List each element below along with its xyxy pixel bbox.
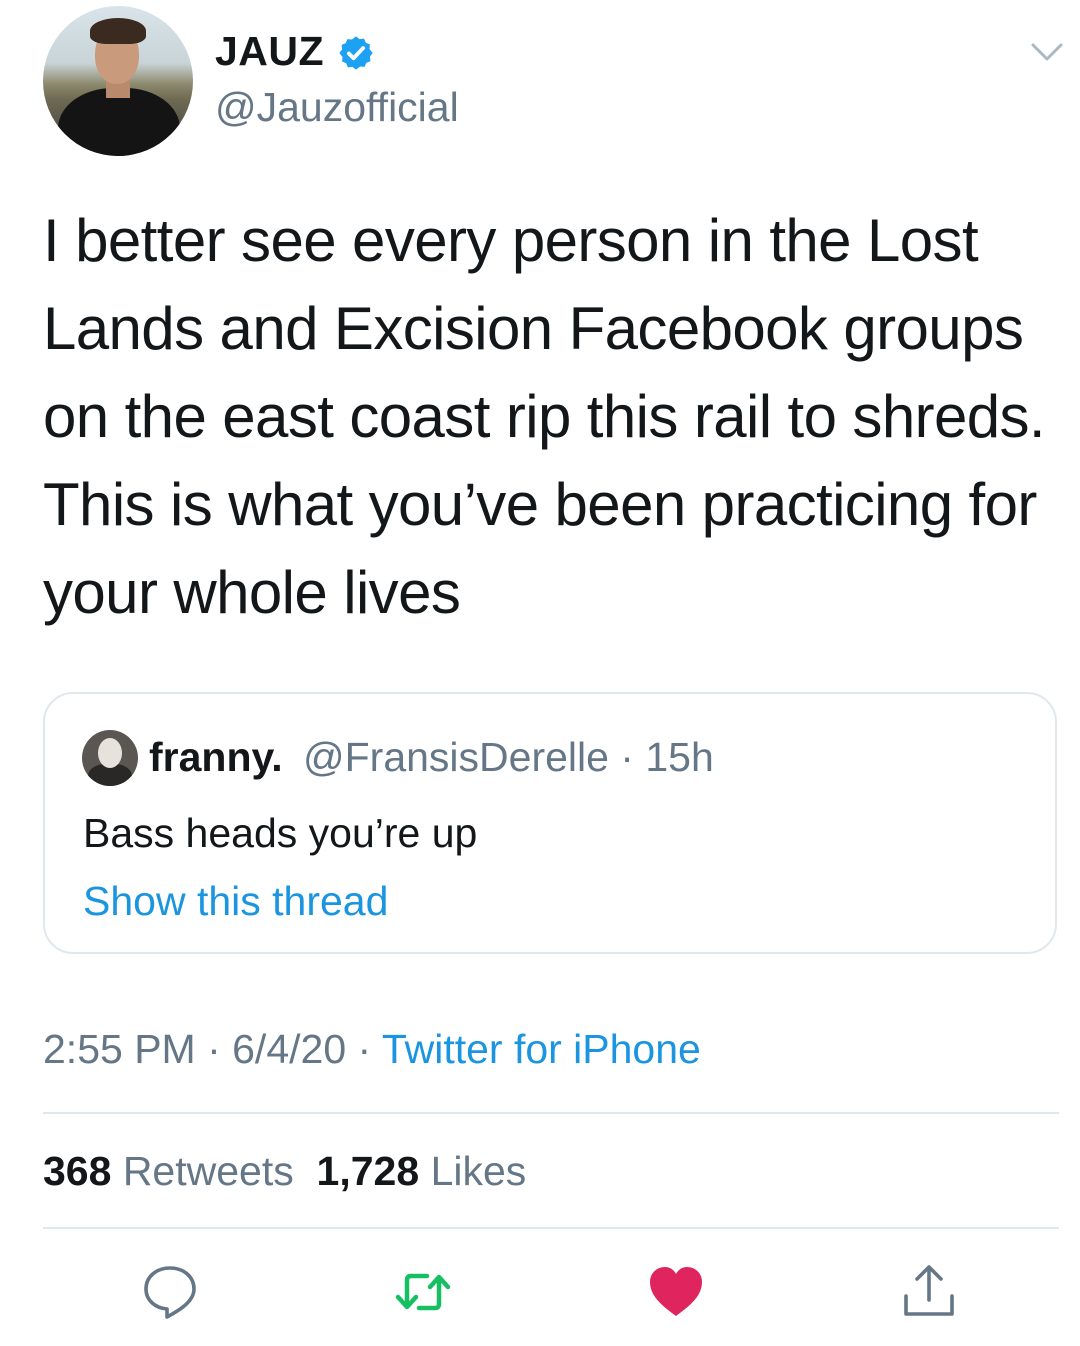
tweet-source-link[interactable]: Twitter for iPhone [382, 1026, 701, 1072]
quoted-tweet-card[interactable]: franny. @FransisDerelle · 15h Bass heads… [43, 692, 1057, 954]
quoted-author-handle-time: @FransisDerelle · 15h [303, 734, 714, 780]
heart-icon[interactable] [646, 1262, 706, 1322]
verified-badge-icon [339, 36, 373, 70]
likes-label[interactable]: Likes [431, 1148, 527, 1194]
divider [43, 1227, 1059, 1229]
quoted-tweet-text: Bass heads you’re up [83, 810, 478, 856]
retweets-label[interactable]: Retweets [123, 1148, 294, 1194]
divider [43, 1112, 1059, 1114]
reply-icon[interactable] [140, 1262, 200, 1322]
retweets-count[interactable]: 368 [43, 1148, 111, 1194]
chevron-down-icon[interactable] [1030, 40, 1064, 64]
share-icon[interactable] [899, 1262, 959, 1322]
tweet-text: I better see every person in the Lost La… [43, 207, 1046, 626]
author-name[interactable]: JAUZ [215, 28, 324, 75]
quoted-author-name: franny. [149, 734, 283, 780]
likes-count[interactable]: 1,728 [317, 1148, 420, 1194]
retweet-icon[interactable] [393, 1262, 453, 1322]
quoted-author-avatar [82, 730, 138, 786]
author-avatar[interactable] [43, 6, 193, 156]
author-handle[interactable]: @Jauzofficial [215, 84, 459, 131]
tweet-timestamp: 2:55 PM · 6/4/20 · [43, 1026, 382, 1072]
tweet-stats: 368 Retweets 1,728 Likes [43, 1148, 526, 1195]
show-thread-link[interactable]: Show this thread [83, 878, 388, 925]
tweet-meta: 2:55 PM · 6/4/20 · Twitter for iPhone [43, 1026, 701, 1073]
